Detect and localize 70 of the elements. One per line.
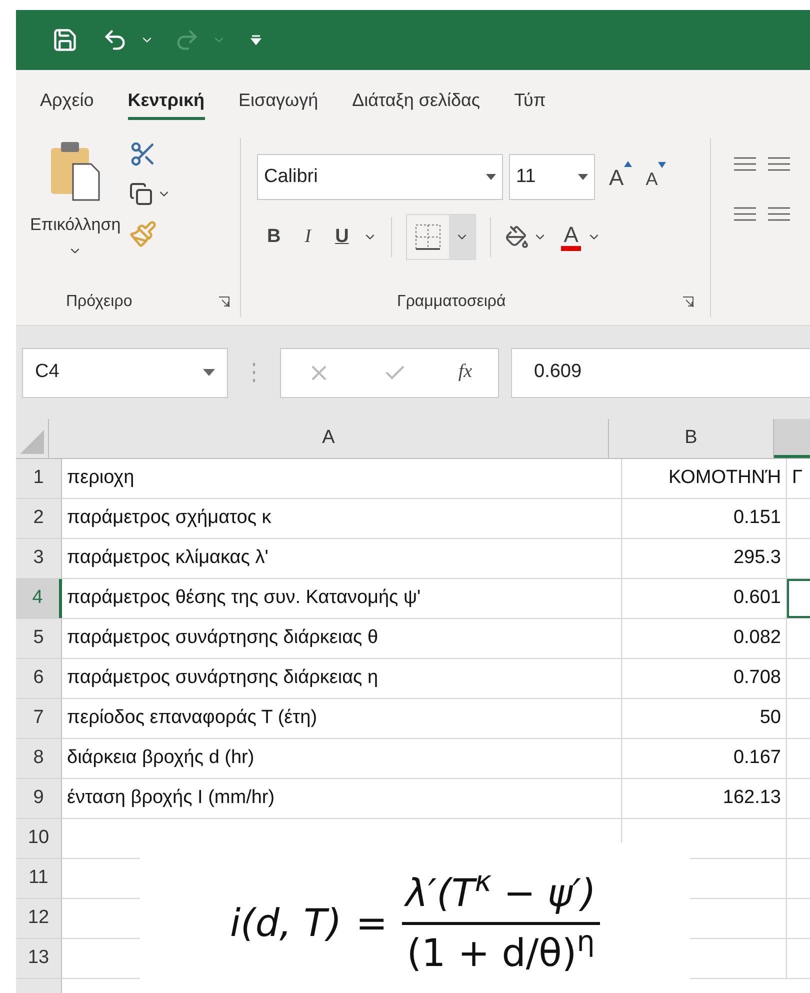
align-left-icon[interactable]	[733, 206, 757, 222]
underline-button[interactable]: U	[335, 222, 349, 252]
row-header[interactable]: 4	[16, 579, 62, 618]
font-name-field[interactable]: Calibri	[257, 154, 503, 200]
splitter-handle-icon[interactable]	[252, 362, 256, 384]
copy-icon[interactable]	[128, 182, 153, 206]
down-arrow-icon	[658, 162, 666, 168]
fill-color-icon[interactable]	[504, 225, 529, 249]
table-cell[interactable]: 0.151	[622, 499, 787, 538]
row-header[interactable]: 12	[16, 899, 62, 938]
row-header[interactable]: 2	[16, 499, 62, 538]
table-cell[interactable]: παράμετρος συνάρτησης διάρκειας η	[62, 659, 622, 698]
table-cell[interactable]: ένταση βροχής Ι (mm/hr)	[62, 779, 622, 818]
customize-icon[interactable]	[250, 33, 262, 47]
table-cell[interactable]: 50	[622, 699, 787, 738]
table-cell[interactable]: παράμετρος θέσης της συν. Κατανομής ψ'	[62, 579, 622, 618]
table-cell[interactable]: 0.082	[622, 619, 787, 658]
row-header[interactable]: 1	[16, 459, 62, 498]
up-arrow-icon	[624, 160, 632, 166]
dialog-launcher-icon[interactable]	[682, 296, 694, 308]
ribbon-tab[interactable]: Αρχείο	[40, 80, 94, 120]
table-cell[interactable]: παράμετρος συνάρτησης διάρκειας θ	[62, 619, 622, 658]
dropdown-arrow-icon[interactable]	[486, 174, 496, 180]
dialog-launcher-icon[interactable]	[218, 296, 230, 308]
table-cell[interactable]: περιοχη	[62, 459, 622, 498]
table-cell[interactable]: περίοδος επαναφοράς Τ (έτη)	[62, 699, 622, 738]
ribbon-tab[interactable]: Τύπ	[514, 80, 546, 120]
grow-font-button[interactable]: A	[601, 160, 632, 194]
ribbon-tab[interactable]: Εισαγωγή	[238, 80, 318, 120]
formula-field[interactable]: 0.609	[511, 348, 810, 398]
table-cell[interactable]: 162.13	[622, 779, 787, 818]
table-cell[interactable]: 0.708	[622, 659, 787, 698]
borders-button[interactable]	[406, 214, 476, 260]
table-cell[interactable]: ΚΟΜΟΤΗΝΉ	[622, 459, 787, 498]
shrink-font-button[interactable]: A	[638, 162, 666, 192]
table-cell[interactable]: 295.3	[622, 539, 787, 578]
table-cell[interactable]: παράμετρος σχήματος κ	[62, 499, 622, 538]
table-cell[interactable]: παράμετρος κλίμακας λ'	[62, 539, 622, 578]
column-header[interactable]: A	[49, 419, 609, 458]
bold-button[interactable]: B	[267, 222, 281, 252]
borders-icon[interactable]	[412, 222, 443, 252]
table-cell[interactable]: 0.601	[622, 579, 787, 618]
name-box[interactable]: C4	[22, 348, 228, 398]
row-header[interactable]: 5	[16, 619, 62, 658]
row-header[interactable]: 11	[16, 859, 62, 898]
row-header[interactable]: 8	[16, 739, 62, 778]
align-middle-icon[interactable]	[767, 156, 791, 172]
paste-button[interactable]: Επικόλληση	[30, 140, 121, 287]
ribbon-tab[interactable]: Διάταξη σελίδας	[352, 80, 480, 120]
dropdown-arrow-icon[interactable]	[203, 369, 215, 376]
group-label: Γραμματοσειρά	[397, 292, 506, 312]
group-label: Πρόχειρο	[66, 292, 132, 312]
font-color-button[interactable]: A	[560, 224, 582, 250]
insert-function-button[interactable]: fx	[458, 358, 472, 387]
table-cell[interactable]: διάρκεια βροχής d (hr)	[62, 739, 622, 778]
align-center-icon[interactable]	[767, 206, 791, 222]
align-top-icon[interactable]	[733, 156, 757, 172]
italic-button[interactable]: I	[294, 222, 322, 252]
row-header[interactable]: 6	[16, 659, 62, 698]
row-header[interactable]: 10	[16, 819, 62, 858]
ribbon-tab[interactable]: Κεντρική	[128, 80, 204, 120]
row-header[interactable]: 7	[16, 699, 62, 738]
row-header[interactable]: 13	[16, 939, 62, 978]
table-cell[interactable]: 0.167	[622, 739, 787, 778]
save-icon[interactable]	[52, 27, 78, 53]
table-cell[interactable]: Γ	[787, 459, 810, 498]
dropdown-arrow-icon[interactable]	[578, 174, 588, 180]
row-header[interactable]: 9	[16, 779, 62, 818]
font-size-field[interactable]: 11	[509, 154, 595, 200]
row-header[interactable]: 3	[16, 539, 62, 578]
